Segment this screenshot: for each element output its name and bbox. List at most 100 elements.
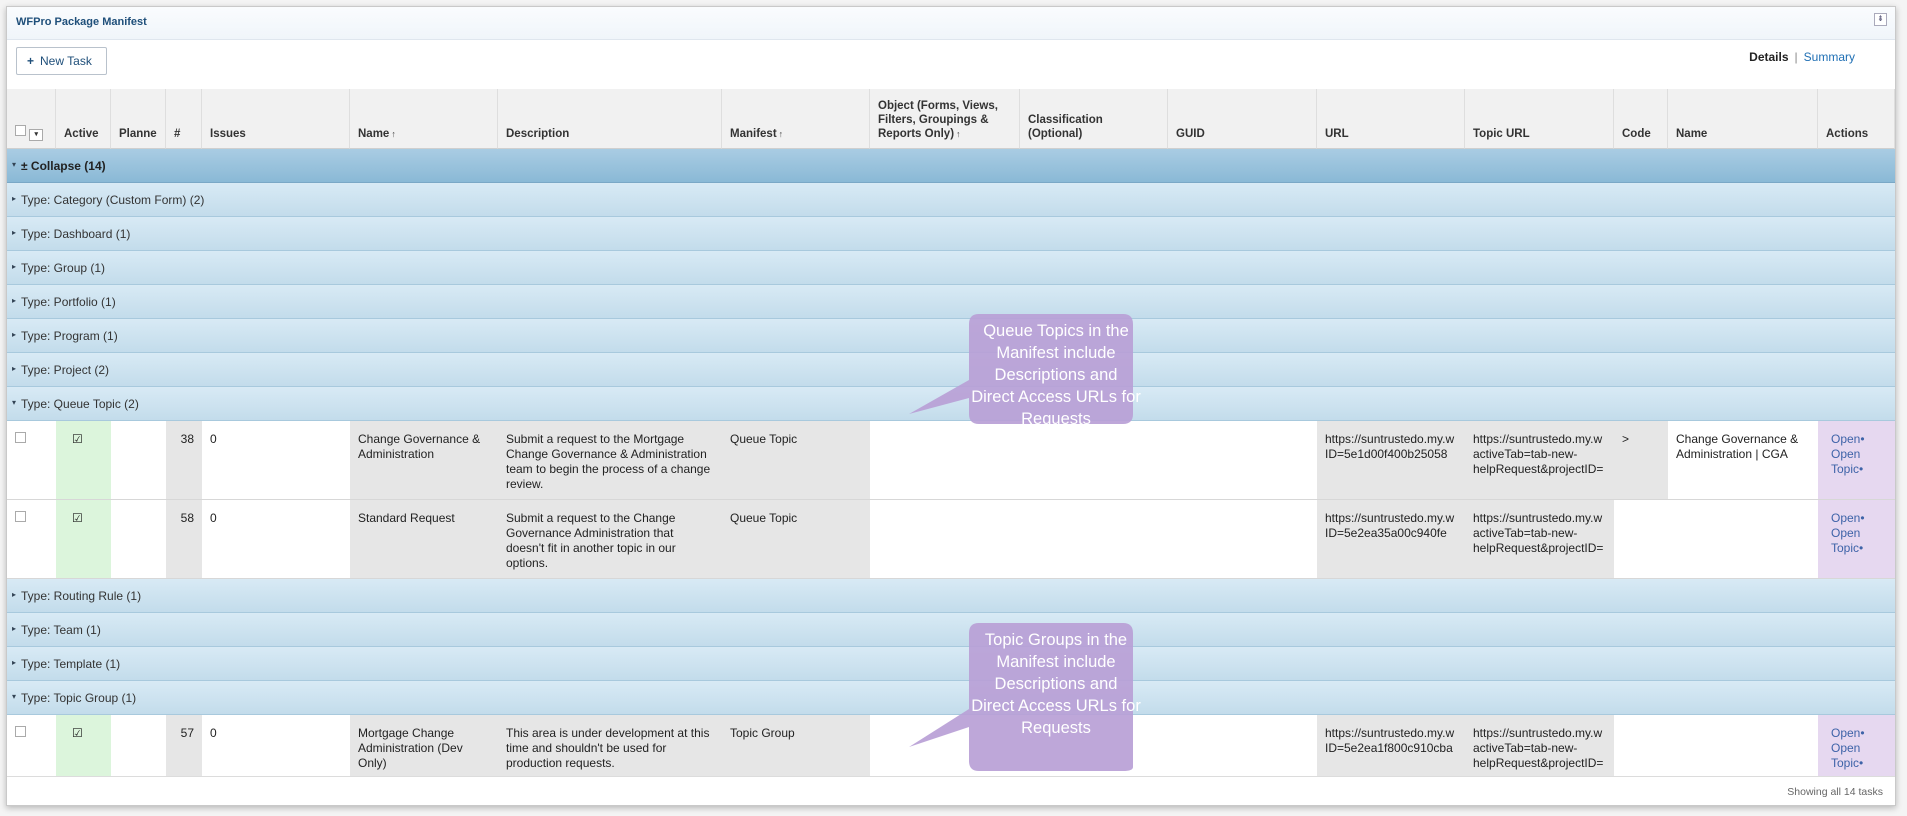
planned-cell [111,500,166,578]
group-dashboard[interactable]: ▸ Type: Dashboard (1) [7,217,1895,251]
column-header-url[interactable]: URL [1317,89,1465,149]
open-link[interactable]: Open [1831,447,1887,462]
open-topic-link[interactable]: Topic• [1831,541,1887,556]
description-cell[interactable]: Submit a request to the Change Governanc… [498,500,722,578]
number-cell: 38 [166,421,202,499]
group-collapse-all[interactable]: ▾ ± Collapse (14) [7,149,1895,183]
column-header-description[interactable]: Description [498,89,722,149]
url-line: https://suntrustedo.my.w [1325,432,1455,446]
callout-text: Queue Topics in the Manifest include Des… [971,322,1141,428]
chevron-down-icon: ▾ [12,160,17,169]
issues-cell: 0 [210,432,217,446]
active-cell[interactable]: ☑ [56,715,111,777]
topic-url-cell[interactable]: https://suntrustedo.my.w activeTab=tab-ne… [1465,715,1614,777]
group-group[interactable]: ▸ Type: Group (1) [7,251,1895,285]
url-cell[interactable]: https://suntrustedo.my.w ID=5e2ea1f800c91… [1317,715,1465,777]
column-header-code[interactable]: Code [1614,89,1668,149]
open-link[interactable]: Open• [1831,432,1887,447]
topic-url-cell[interactable]: https://suntrustedo.my.w activeTab=tab-ne… [1465,500,1614,578]
open-link[interactable]: Open [1831,741,1887,756]
open-link[interactable]: Open• [1831,511,1887,526]
open-topic-link[interactable]: Topic• [1831,462,1887,477]
name-cell[interactable]: Change Governance & Administration [350,421,498,499]
chevron-right-icon: ▸ [12,194,17,203]
chevron-right-icon: ▸ [12,330,17,339]
column-header-classification[interactable]: Classification (Optional) [1020,89,1168,149]
open-topic-link[interactable]: Topic• [1831,756,1887,771]
guid-cell [1168,500,1317,578]
column-header-number[interactable]: # [166,89,202,149]
topic-url-line: activeTab=tab-new- [1473,741,1578,755]
topic-url-line: helpRequest&projectID= [1473,541,1604,555]
chevron-right-icon: ▸ [12,364,17,373]
topic-url-line: helpRequest&projectID= [1473,756,1604,770]
column-header-topic-url[interactable]: Topic URL [1465,89,1614,149]
row-checkbox[interactable] [15,726,26,737]
active-cell[interactable]: ☑ [56,421,111,499]
chevron-down-icon: ▾ [12,692,17,701]
active-cell[interactable]: ☑ [56,500,111,578]
manifest-cell: Topic Group [722,715,870,777]
sort-asc-icon: ↑ [391,129,396,139]
column-header-guid[interactable]: GUID [1168,89,1317,149]
chevron-right-icon: ▸ [12,262,17,271]
description-cell[interactable]: This area is under development at this t… [498,715,722,777]
topic-url-line: activeTab=tab-new- [1473,447,1578,461]
planned-cell [111,715,166,777]
column-header-object[interactable]: Object (Forms, Views, Filters, Groupings… [870,89,1020,149]
view-separator: | [1794,50,1798,64]
topic-url-line: https://suntrustedo.my.w [1473,726,1603,740]
view-summary-tab[interactable]: Summary [1804,50,1855,64]
group-category[interactable]: ▸ Type: Category (Custom Form) (2) [7,183,1895,217]
code-cell: > [1614,421,1668,499]
open-link[interactable]: Open [1831,526,1887,541]
select-all-checkbox[interactable] [15,125,26,136]
url-line: https://suntrustedo.my.w [1325,726,1455,740]
view-details-tab[interactable]: Details [1749,50,1788,64]
column-header-name-2[interactable]: Name [1668,89,1818,149]
chevron-down-icon: ▾ [12,398,17,407]
group-routing-rule[interactable]: ▸ Type: Routing Rule (1) [7,579,1895,613]
column-header-issues[interactable]: Issues [202,89,350,149]
name-cell[interactable]: Mortgage Change Administration (Dev Only… [350,715,498,777]
row-checkbox[interactable] [15,511,26,522]
column-header-manifest[interactable]: Manifest ↑ [722,89,870,149]
url-cell[interactable]: https://suntrustedo.my.w ID=5e1d00f400b25… [1317,421,1465,499]
chevron-right-icon: ▸ [12,296,17,305]
new-task-label: New Task [40,54,92,68]
code-cell [1614,500,1668,578]
topic-url-line: activeTab=tab-new- [1473,526,1578,540]
sort-asc-icon: ↑ [778,129,784,139]
callout-queue-topics: Queue Topics in the Manifest include Des… [897,310,1141,460]
row-select-cell [7,715,56,777]
sort-asc-icon: ↑ [956,129,961,139]
topic-url-cell[interactable]: https://suntrustedo.my.w activeTab=tab-ne… [1465,421,1614,499]
number-cell: 58 [166,500,202,578]
actions-cell: Open• Open Topic• [1818,715,1895,777]
chevron-right-icon: ▸ [12,590,17,599]
planned-cell [111,421,166,499]
row-checkbox[interactable] [15,432,26,443]
issues-cell: 0 [210,511,217,525]
topic-url-line: https://suntrustedo.my.w [1473,432,1603,446]
url-cell[interactable]: https://suntrustedo.my.w ID=5e2ea35a00c94… [1317,500,1465,578]
callout-text: Topic Groups in the Manifest include Des… [971,631,1141,737]
new-task-button[interactable]: + New Task [16,47,107,75]
row-select-cell [7,421,56,499]
title-bar: WFPro Package Manifest ⇟ [7,7,1895,40]
table-row[interactable]: ☑ 58 0 Standard Request Submit a request… [7,500,1895,579]
column-header-active[interactable]: Active [56,89,111,149]
classification-cell [1020,500,1168,578]
chevron-right-icon: ▸ [12,624,17,633]
column-header-name[interactable]: Name ↑ [350,89,498,149]
package-manifest-window: WFPro Package Manifest ⇟ + New Task Detai… [6,6,1896,806]
collapse-panel-icon[interactable]: ⇟ [1874,13,1887,26]
name2-cell [1668,715,1818,777]
open-link[interactable]: Open• [1831,726,1887,741]
grid-footer: Showing all 14 tasks [7,776,1895,805]
column-header-planned[interactable]: Planne [111,89,166,149]
description-cell[interactable]: Submit a request to the Mortgage Change … [498,421,722,499]
object-cell [870,500,1020,578]
name-cell[interactable]: Standard Request [350,500,498,578]
select-menu-dropdown-icon[interactable]: ▾ [29,129,44,141]
